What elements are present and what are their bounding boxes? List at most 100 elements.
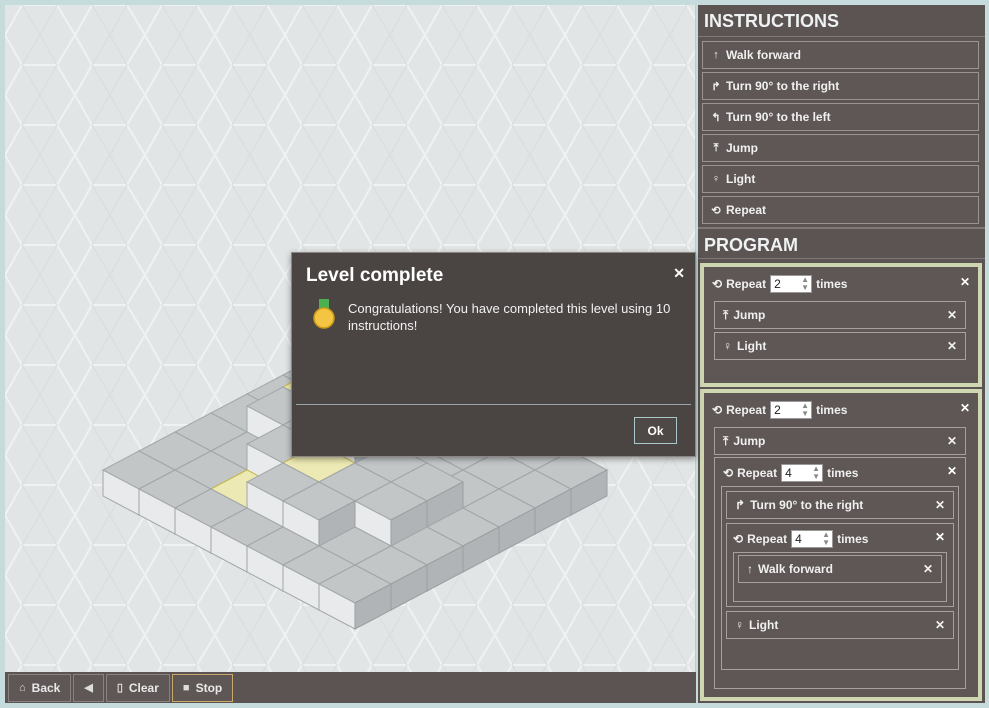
instruction-label: Light <box>726 172 756 186</box>
repeat-icon: ⟲ <box>711 204 721 217</box>
remove-command-icon[interactable]: ✕ <box>947 339 957 353</box>
spinner-icon[interactable]: ▲ ▼ <box>801 276 809 292</box>
remove-block-icon[interactable]: ✕ <box>935 530 945 544</box>
instruction-turn-left[interactable]: ↰ Turn 90° to the left <box>702 103 979 131</box>
lightbulb-icon: ♀ <box>723 339 732 353</box>
medal-icon <box>313 299 335 329</box>
program-walk-forward[interactable]: ↑ Walk forward ✕ <box>738 555 942 583</box>
times-label: times <box>827 466 859 480</box>
triangle-left-icon: ◀ <box>84 682 93 694</box>
spinner-icon[interactable]: ▲ ▼ <box>801 402 809 418</box>
jump-icon: ⤒ <box>713 141 719 154</box>
spinner-icon[interactable]: ▲ ▼ <box>822 531 830 547</box>
remove-command-icon[interactable]: ✕ <box>947 308 957 322</box>
lightbulb-icon: ♀ <box>711 173 721 185</box>
ok-button[interactable]: Ok <box>634 417 677 444</box>
instruction-label: Turn 90° to the right <box>726 79 840 93</box>
remove-command-icon[interactable]: ✕ <box>923 562 933 576</box>
instruction-label: Jump <box>726 141 759 155</box>
instruction-light[interactable]: ♀ Light <box>702 165 979 193</box>
command-label: Walk forward <box>758 562 833 576</box>
dialog-message: Congratulations! You have completed this… <box>348 301 671 333</box>
program-turn-right[interactable]: ↱ Turn 90° to the right ✕ <box>726 491 954 519</box>
side-panel: INSTRUCTIONS ↑ Walk forward ↱ Turn 90° t… <box>698 5 985 703</box>
program-jump[interactable]: ⤒ Jump ✕ <box>714 301 966 329</box>
document-icon: ▯ <box>116 682 123 694</box>
instruction-label: Repeat <box>726 203 767 217</box>
step-back-button[interactable]: ◀ <box>73 673 104 702</box>
repeat-label: Repeat <box>726 403 767 417</box>
spinner-icon[interactable]: ▲ ▼ <box>812 465 820 481</box>
command-label: Jump <box>733 434 766 448</box>
repeat-count-value: 4 <box>795 532 802 546</box>
dialog-title: Level complete <box>306 265 444 286</box>
repeat-block-nested-2[interactable]: ⟲ Repeat 4 ▲ ▼ times ✕ ↑ Walk forward ✕ <box>726 523 954 607</box>
instruction-walk-forward[interactable]: ↑ Walk forward <box>702 41 979 69</box>
remove-command-icon[interactable]: ✕ <box>935 618 945 632</box>
repeat-label: Repeat <box>747 532 788 546</box>
instruction-label: Turn 90° to the left <box>726 110 831 124</box>
back-label: Back <box>31 680 61 695</box>
stop-button[interactable]: ■ Stop <box>171 673 234 702</box>
repeat-block-1[interactable]: ⟲ Repeat 2 ▲ ▼ times ✕ ⤒ Jump ✕ ♀ Light ✕ <box>700 263 982 387</box>
repeat-block-2[interactable]: ⟲ Repeat 2 ▲ ▼ times ✕ ⤒ Jump ✕ ⟲ Repeat … <box>700 389 982 701</box>
remove-block-icon[interactable]: ✕ <box>960 401 970 415</box>
nested-body: ↑ Walk forward ✕ <box>733 552 947 602</box>
program-light[interactable]: ♀ Light ✕ <box>726 611 954 639</box>
repeat-count-input[interactable]: 2 ▲ ▼ <box>770 275 813 293</box>
times-label: times <box>837 532 869 546</box>
repeat-block-header: ⟲ Repeat 4 ▲ ▼ times ✕ <box>733 528 945 550</box>
home-icon: ⌂ <box>19 681 26 694</box>
jump-icon: ⤒ <box>723 307 729 322</box>
repeat-block-nested[interactable]: ⟲ Repeat 4 ▲ ▼ times ✕ ↱ Turn 90° to the … <box>714 457 966 689</box>
bottom-toolbar: ⌂ Back ◀ ▯ Clear ■ Stop <box>5 672 696 703</box>
turn-left-icon: ↰ <box>711 111 721 124</box>
back-button[interactable]: ⌂ Back <box>8 673 72 702</box>
lightbulb-icon: ♀ <box>735 618 744 632</box>
program-light[interactable]: ♀ Light ✕ <box>714 332 966 360</box>
remove-command-icon[interactable]: ✕ <box>947 434 957 448</box>
repeat-icon: ⟲ <box>712 403 723 417</box>
repeat-label: Repeat <box>737 466 778 480</box>
repeat-count-value: 2 <box>774 403 781 417</box>
times-label: times <box>816 403 848 417</box>
repeat-count-value: 4 <box>785 466 792 480</box>
instruction-jump[interactable]: ⤒ Jump <box>702 134 979 162</box>
repeat-block-header: ⟲ Repeat 4 ▲ ▼ times ✕ <box>723 462 957 484</box>
instructions-list: ↑ Walk forward ↱ Turn 90° to the right ↰… <box>698 37 985 224</box>
instruction-repeat[interactable]: ⟲ Repeat <box>702 196 979 224</box>
repeat-icon: ⟲ <box>723 466 734 480</box>
command-label: Turn 90° to the right <box>750 498 864 512</box>
arrow-up-icon: ↑ <box>747 562 753 576</box>
command-label: Light <box>737 339 767 353</box>
close-icon[interactable]: ✕ <box>673 265 685 282</box>
times-label: times <box>816 277 848 291</box>
repeat-icon: ⟲ <box>712 277 723 291</box>
repeat-count-value: 2 <box>774 277 781 291</box>
program-title: PROGRAM <box>698 227 985 259</box>
instruction-label: Walk forward <box>726 48 801 62</box>
level-complete-dialog: Level complete ✕ Congratulations! You ha… <box>291 252 696 457</box>
jump-icon: ⤒ <box>723 433 729 448</box>
nested-body: ↱ Turn 90° to the right ✕ ⟲ Repeat 4 ▲ ▼ … <box>721 486 959 670</box>
command-label: Jump <box>733 308 766 322</box>
dialog-divider <box>296 404 691 405</box>
repeat-block-header: ⟲ Repeat 2 ▲ ▼ times ✕ <box>712 273 970 295</box>
repeat-count-input[interactable]: 4 ▲ ▼ <box>791 530 834 548</box>
remove-block-icon[interactable]: ✕ <box>960 275 970 289</box>
arrow-up-icon: ↑ <box>713 49 719 61</box>
clear-button[interactable]: ▯ Clear <box>105 673 170 702</box>
repeat-count-input[interactable]: 2 ▲ ▼ <box>770 401 813 419</box>
instructions-title: INSTRUCTIONS <box>698 5 985 37</box>
remove-block-icon[interactable]: ✕ <box>947 464 957 478</box>
repeat-block-header: ⟲ Repeat 2 ▲ ▼ times ✕ <box>712 399 970 421</box>
instruction-turn-right[interactable]: ↱ Turn 90° to the right <box>702 72 979 100</box>
repeat-label: Repeat <box>726 277 767 291</box>
stop-square-icon: ■ <box>182 681 190 694</box>
program-jump[interactable]: ⤒ Jump ✕ <box>714 427 966 455</box>
turn-right-icon: ↱ <box>711 80 721 93</box>
repeat-count-input[interactable]: 4 ▲ ▼ <box>781 464 824 482</box>
remove-command-icon[interactable]: ✕ <box>935 498 945 512</box>
turn-right-icon: ↱ <box>735 498 746 512</box>
command-label: Light <box>749 618 779 632</box>
